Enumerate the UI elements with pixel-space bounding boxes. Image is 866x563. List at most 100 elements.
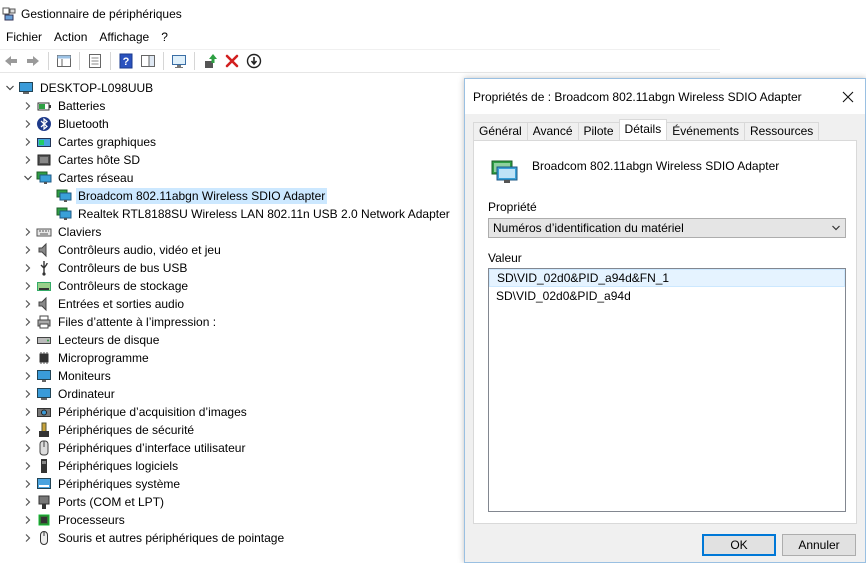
tab-driver[interactable]: Pilote bbox=[577, 122, 620, 140]
uninstall-device-button[interactable] bbox=[221, 50, 243, 72]
speaker-icon bbox=[36, 242, 52, 258]
keyboard-icon bbox=[36, 224, 52, 240]
tab-events[interactable]: Événements bbox=[666, 122, 745, 140]
chevron-right-icon[interactable] bbox=[20, 241, 36, 259]
tree-category[interactable]: Contrôleurs audio, vidéo et jeu bbox=[0, 241, 465, 259]
close-button[interactable] bbox=[831, 80, 865, 114]
computer-icon bbox=[36, 386, 52, 402]
tab-general[interactable]: Général bbox=[473, 122, 528, 140]
tree-category[interactable]: Moniteurs bbox=[0, 367, 465, 385]
chevron-right-icon[interactable] bbox=[20, 367, 36, 385]
value-item[interactable]: SD\VID_02d0&PID_a94d bbox=[489, 287, 845, 305]
tab-strip: Général Avancé Pilote Détails Événements… bbox=[473, 119, 820, 140]
tree-category[interactable]: Processeurs bbox=[0, 511, 465, 529]
ok-button[interactable]: OK bbox=[702, 534, 776, 556]
tree-device[interactable]: Broadcom 802.11abgn Wireless SDIO Adapte… bbox=[0, 187, 465, 205]
tree-device[interactable]: Realtek RTL8188SU Wireless LAN 802.11n U… bbox=[0, 205, 465, 223]
tree-category[interactable]: Cartes graphiques bbox=[0, 133, 465, 151]
tab-details[interactable]: Détails bbox=[618, 119, 668, 140]
tree-category[interactable]: Périphériques de sécurité bbox=[0, 421, 465, 439]
tab-resources[interactable]: Ressources bbox=[743, 122, 820, 140]
tree-category[interactable]: Lecteurs de disque bbox=[0, 331, 465, 349]
help-button[interactable]: ? bbox=[115, 50, 137, 72]
chevron-right-icon[interactable] bbox=[20, 133, 36, 151]
tree-category-label: Processeurs bbox=[58, 513, 125, 527]
tree-category[interactable]: Ports (COM et LPT) bbox=[0, 493, 465, 511]
chevron-right-icon[interactable] bbox=[20, 223, 36, 241]
tree-category[interactable]: Périphériques système bbox=[0, 475, 465, 493]
speaker-icon bbox=[36, 296, 52, 312]
menu-action[interactable]: Action bbox=[48, 27, 93, 47]
chevron-right-icon[interactable] bbox=[20, 115, 36, 133]
tree-category[interactable]: Bluetooth bbox=[0, 115, 465, 133]
chevron-right-icon[interactable] bbox=[20, 151, 36, 169]
properties-button[interactable] bbox=[84, 50, 106, 72]
action-pane-button[interactable] bbox=[137, 50, 159, 72]
chevron-right-icon[interactable] bbox=[20, 349, 36, 367]
port-icon bbox=[36, 494, 52, 510]
disable-device-button[interactable] bbox=[243, 50, 265, 72]
network-adapter-icon bbox=[491, 160, 518, 183]
chevron-right-icon[interactable] bbox=[20, 421, 36, 439]
tree-category-label: Cartes réseau bbox=[58, 171, 134, 185]
tree-category-label: Entrées et sorties audio bbox=[58, 297, 185, 311]
tree-category[interactable]: Contrôleurs de stockage bbox=[0, 277, 465, 295]
forward-button[interactable] bbox=[22, 50, 44, 72]
back-button[interactable] bbox=[0, 50, 22, 72]
hid-icon bbox=[36, 440, 52, 456]
monitor-scan-icon bbox=[172, 55, 186, 68]
tree-root[interactable]: DESKTOP-L098UUB bbox=[0, 79, 465, 97]
chevron-right-icon[interactable] bbox=[20, 385, 36, 403]
chevron-right-icon[interactable] bbox=[20, 529, 36, 547]
cancel-button[interactable]: Annuler bbox=[782, 534, 856, 556]
tree-category[interactable]: Périphériques d’interface utilisateur bbox=[0, 439, 465, 457]
menu-fichier[interactable]: Fichier bbox=[0, 27, 48, 47]
close-icon bbox=[842, 91, 854, 102]
tree-category[interactable]: Cartes hôte SD bbox=[0, 151, 465, 169]
tree-category[interactable]: Entrées et sorties audio bbox=[0, 295, 465, 313]
tree-category[interactable]: Cartes réseau bbox=[0, 169, 465, 187]
chevron-right-icon[interactable] bbox=[20, 295, 36, 313]
update-driver-icon bbox=[205, 54, 217, 68]
properties-dialog: Propriétés de : Broadcom 802.11abgn Wire… bbox=[464, 78, 866, 563]
toolbar-separator bbox=[48, 52, 49, 70]
tree-category[interactable]: Périphérique d’acquisition d’images bbox=[0, 403, 465, 421]
chevron-right-icon[interactable] bbox=[20, 97, 36, 115]
console-tree-icon bbox=[57, 55, 71, 67]
chevron-right-icon[interactable] bbox=[20, 475, 36, 493]
tree-category[interactable]: Claviers bbox=[0, 223, 465, 241]
chevron-right-icon[interactable] bbox=[20, 493, 36, 511]
toolbar: ? bbox=[0, 49, 720, 73]
property-dropdown[interactable]: Numéros d’identification du matériel bbox=[488, 218, 846, 238]
red-x-icon bbox=[225, 54, 239, 68]
menu-affichage[interactable]: Affichage bbox=[93, 27, 155, 47]
tree-category[interactable]: Contrôleurs de bus USB bbox=[0, 259, 465, 277]
menu-help[interactable]: ? bbox=[155, 27, 174, 47]
tree-category[interactable]: Ordinateur bbox=[0, 385, 465, 403]
property-label: Propriété bbox=[488, 200, 537, 214]
tree-category[interactable]: Files d’attente à l’impression : bbox=[0, 313, 465, 331]
chevron-down-icon[interactable] bbox=[2, 79, 18, 97]
chevron-right-icon[interactable] bbox=[20, 259, 36, 277]
chevron-down-icon[interactable] bbox=[20, 169, 36, 187]
chevron-right-icon[interactable] bbox=[20, 439, 36, 457]
scan-hardware-button[interactable] bbox=[168, 50, 190, 72]
value-listbox[interactable]: SD\VID_02d0&PID_a94d&FN_1 SD\VID_02d0&PI… bbox=[488, 268, 846, 512]
tree-category[interactable]: Périphériques logiciels bbox=[0, 457, 465, 475]
show-hide-console-tree-button[interactable] bbox=[53, 50, 75, 72]
chevron-right-icon[interactable] bbox=[20, 457, 36, 475]
tree-category[interactable]: Microprogramme bbox=[0, 349, 465, 367]
tree-category[interactable]: Souris et autres périphériques de pointa… bbox=[0, 529, 465, 547]
tree-category-label: Cartes hôte SD bbox=[58, 153, 141, 167]
tree-category-label: Microprogramme bbox=[58, 351, 149, 365]
storage-controller-icon bbox=[36, 278, 52, 294]
chevron-right-icon[interactable] bbox=[20, 277, 36, 295]
value-item[interactable]: SD\VID_02d0&PID_a94d&FN_1 bbox=[489, 269, 845, 287]
chevron-right-icon[interactable] bbox=[20, 511, 36, 529]
chevron-right-icon[interactable] bbox=[20, 313, 36, 331]
tab-advanced[interactable]: Avancé bbox=[526, 122, 579, 140]
update-driver-button[interactable] bbox=[199, 50, 221, 72]
tree-category[interactable]: Batteries bbox=[0, 97, 465, 115]
chevron-right-icon[interactable] bbox=[20, 331, 36, 349]
chevron-right-icon[interactable] bbox=[20, 403, 36, 421]
